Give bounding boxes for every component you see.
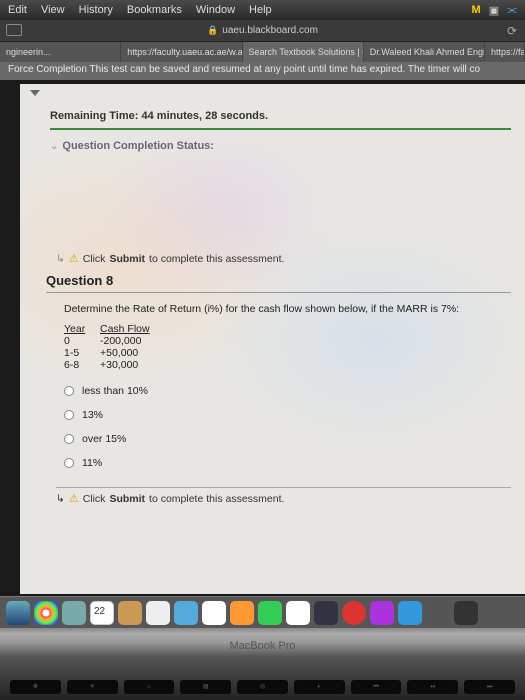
dock-app-icon[interactable]	[314, 601, 338, 625]
dock-app-icon[interactable]	[202, 601, 226, 625]
dock-app-icon[interactable]	[426, 601, 450, 625]
fn-key: ▤	[180, 680, 231, 694]
option-a[interactable]: less than 10%	[64, 385, 511, 397]
page-content: Remaining Time: 44 minutes, 28 seconds. …	[20, 84, 525, 594]
dock-app-icon[interactable]	[342, 601, 366, 625]
fn-key: ☀	[67, 680, 118, 694]
mail-icon: M	[472, 4, 481, 16]
lock-icon: 🔒	[207, 25, 218, 36]
address-bar[interactable]: 🔒 uaeu.blackboard.com	[207, 25, 318, 36]
tab-3[interactable]: Search Textbook Solutions | Che...	[243, 42, 364, 62]
dock-appstore-icon[interactable]	[398, 601, 422, 625]
question-title: Question 8	[46, 273, 511, 293]
fn-key: ✻	[10, 680, 61, 694]
col-cashflow: Cash Flow	[100, 323, 150, 335]
option-d[interactable]: 11%	[64, 457, 511, 469]
dock-chrome-icon[interactable]	[34, 601, 58, 625]
cashflow-table: Year Cash Flow 0-200,000 1-5+50,000 6-8+…	[64, 323, 511, 371]
question-prompt: Determine the Rate of Return (i%) for th…	[64, 303, 511, 315]
dock-app-icon[interactable]	[146, 601, 170, 625]
arrow-icon: ↳	[56, 253, 65, 265]
fn-key: ◎	[237, 680, 288, 694]
option-b[interactable]: 13%	[64, 409, 511, 421]
timer-label: Remaining Time:	[50, 110, 138, 122]
camera-icon: ▣	[489, 4, 499, 17]
answer-options: less than 10% 13% over 15% 11%	[64, 385, 511, 469]
tab-bar: ngineerin... https://faculty.uaeu.ac.ae/…	[0, 42, 525, 62]
menu-bookmarks[interactable]: Bookmarks	[127, 4, 182, 16]
menu-help[interactable]: Help	[249, 4, 272, 16]
arrow-icon: ↳	[56, 493, 65, 505]
option-c[interactable]: over 15%	[64, 433, 511, 445]
submit-hint-top: ↳ ⚠ Click Submit to complete this assess…	[56, 252, 511, 265]
tab-2[interactable]: https://faculty.uaeu.ac.ae/w.ahm...	[121, 42, 242, 62]
tab-5[interactable]: https://fa	[485, 42, 525, 62]
tab-1[interactable]: ngineerin...	[0, 42, 121, 62]
warning-icon: ⚠	[69, 252, 79, 265]
reload-icon[interactable]: ⟳	[507, 24, 517, 38]
chevron-icon: ⌄	[50, 141, 58, 152]
radio-icon[interactable]	[64, 410, 74, 420]
url-text: uaeu.blackboard.com	[222, 25, 318, 36]
fn-key: ⏯	[407, 680, 458, 694]
completion-status[interactable]: ⌄ Question Completion Status:	[50, 140, 511, 152]
dock-itunes-icon[interactable]	[370, 601, 394, 625]
menu-window[interactable]: Window	[196, 4, 235, 16]
timer-value: 44 minutes, 28 seconds.	[142, 110, 269, 122]
dock-calendar-icon[interactable]	[90, 601, 114, 625]
menu-edit[interactable]: Edit	[8, 4, 27, 16]
warning-icon: ⚠	[69, 492, 79, 505]
dock-app-icon[interactable]	[454, 601, 478, 625]
radio-icon[interactable]	[64, 386, 74, 396]
submit-hint-bottom: ↳ ⚠ Click Submit to complete this assess…	[56, 487, 511, 505]
dock	[0, 596, 525, 628]
fn-key: ⏮	[351, 680, 402, 694]
col-year: Year	[64, 323, 100, 335]
dropdown-arrow-icon[interactable]	[30, 90, 40, 96]
dock-messages-icon[interactable]	[258, 601, 282, 625]
radio-icon[interactable]	[64, 458, 74, 468]
dock-app-icon[interactable]	[286, 601, 310, 625]
question-body: Determine the Rate of Return (i%) for th…	[64, 303, 511, 469]
tab-4[interactable]: Dr.Waleed Khali Ahmed Engineeri...	[364, 42, 485, 62]
browser-toolbar: 🔒 uaeu.blackboard.com ⟳	[0, 20, 525, 42]
status-label: Question Completion Status:	[62, 140, 214, 152]
function-keys: ✻ ☀ ☼ ▤ ◎ ◐ ⏮ ⏯ ⏭	[10, 680, 515, 694]
dock-app-icon[interactable]	[174, 601, 198, 625]
dock-app-icon[interactable]	[230, 601, 254, 625]
share-icon: ⫘	[507, 4, 517, 17]
dock-app-icon[interactable]	[62, 601, 86, 625]
radio-icon[interactable]	[64, 434, 74, 444]
menubar: Edit View History Bookmarks Window Help …	[0, 0, 525, 20]
fn-key: ☼	[124, 680, 175, 694]
fn-key: ⏭	[464, 680, 515, 694]
force-completion-notice: Force Completion This test can be saved …	[0, 62, 525, 80]
dock-app-icon[interactable]	[118, 601, 142, 625]
menu-history[interactable]: History	[79, 4, 113, 16]
menu-view[interactable]: View	[41, 4, 65, 16]
fn-key: ◐	[294, 680, 345, 694]
laptop-label: MacBook Pro	[0, 640, 525, 652]
sidebar-toggle-icon[interactable]	[6, 24, 22, 36]
remaining-time: Remaining Time: 44 minutes, 28 seconds.	[50, 110, 511, 130]
dock-finder-icon[interactable]	[6, 601, 30, 625]
